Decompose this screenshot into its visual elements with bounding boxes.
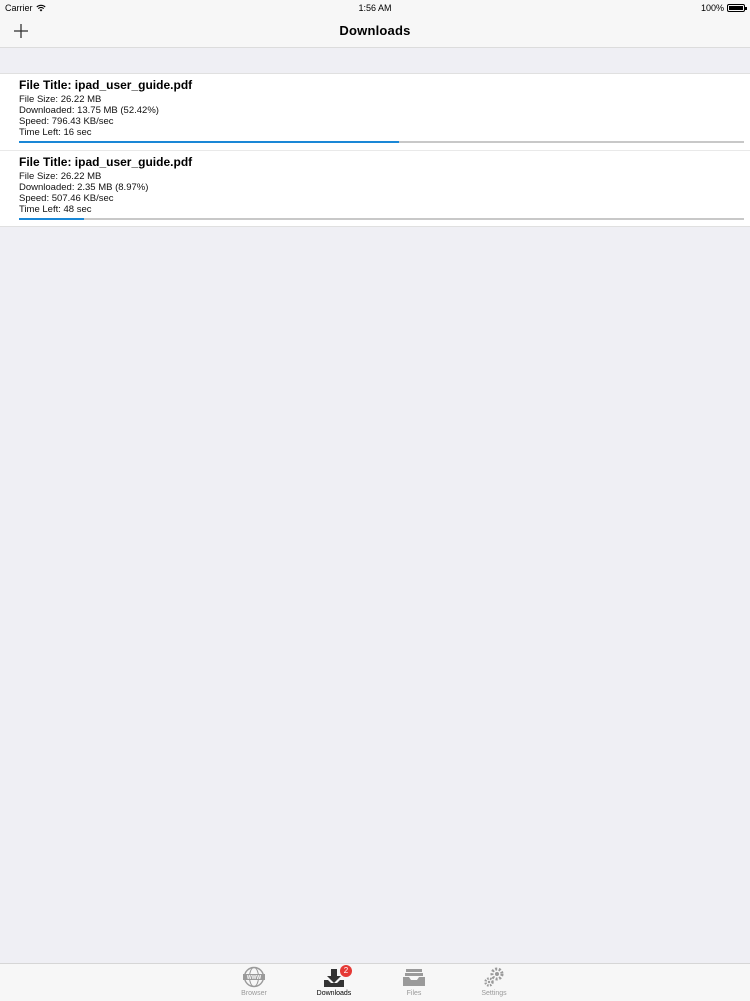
- download-speed: Speed: 507.46 KB/sec: [19, 193, 114, 204]
- page-title: Downloads: [339, 23, 411, 38]
- file-size: File Size: 26.22 MB: [19, 171, 102, 182]
- status-right: 100%: [700, 3, 747, 13]
- globe-www-icon: WWW: [242, 966, 266, 988]
- tab-browser[interactable]: WWW Browser: [224, 966, 284, 1000]
- file-tray-icon: [402, 966, 426, 988]
- tab-files[interactable]: Files: [384, 966, 444, 1000]
- navigation-bar: Downloads: [0, 16, 750, 48]
- progress-bar: [19, 141, 744, 143]
- status-bar: Carrier 1:56 AM 100%: [0, 0, 750, 16]
- tab-settings[interactable]: Settings: [464, 966, 524, 1000]
- download-item[interactable]: File Title: ipad_user_guide.pdf File Siz…: [0, 150, 750, 226]
- tab-downloads[interactable]: 2 Downloads: [304, 965, 364, 1000]
- progress-bar: [19, 218, 744, 220]
- download-speed: Speed: 796.43 KB/sec: [19, 116, 114, 127]
- file-title: File Title: ipad_user_guide.pdf: [19, 155, 193, 169]
- progress-fill: [19, 218, 85, 220]
- time-left: Time Left: 16 sec: [19, 127, 92, 138]
- progress-fill: [19, 141, 400, 143]
- download-list: File Title: ipad_user_guide.pdf File Siz…: [0, 73, 750, 227]
- downloads-badge: 2: [340, 965, 352, 977]
- battery-percent: 100%: [700, 3, 724, 13]
- tab-label: Downloads: [316, 990, 352, 997]
- file-title: File Title: ipad_user_guide.pdf: [19, 78, 193, 92]
- gears-icon: [482, 966, 506, 988]
- download-tray-icon: 2: [322, 965, 352, 988]
- status-time: 1:56 AM: [358, 3, 392, 13]
- tab-label: Files: [406, 990, 422, 997]
- tab-label: Settings: [481, 990, 507, 997]
- downloaded-amount: Downloaded: 13.75 MB (52.42%): [19, 105, 159, 116]
- file-size: File Size: 26.22 MB: [19, 94, 102, 105]
- battery-icon: [727, 4, 747, 12]
- tab-bar: WWW Browser 2 Downloads Files Settings: [0, 963, 750, 1001]
- time-left: Time Left: 48 sec: [19, 204, 92, 215]
- svg-text:WWW: WWW: [247, 975, 261, 981]
- downloaded-amount: Downloaded: 2.35 MB (8.97%): [19, 182, 149, 193]
- tab-label: Browser: [241, 990, 267, 997]
- download-item[interactable]: File Title: ipad_user_guide.pdf File Siz…: [0, 74, 750, 150]
